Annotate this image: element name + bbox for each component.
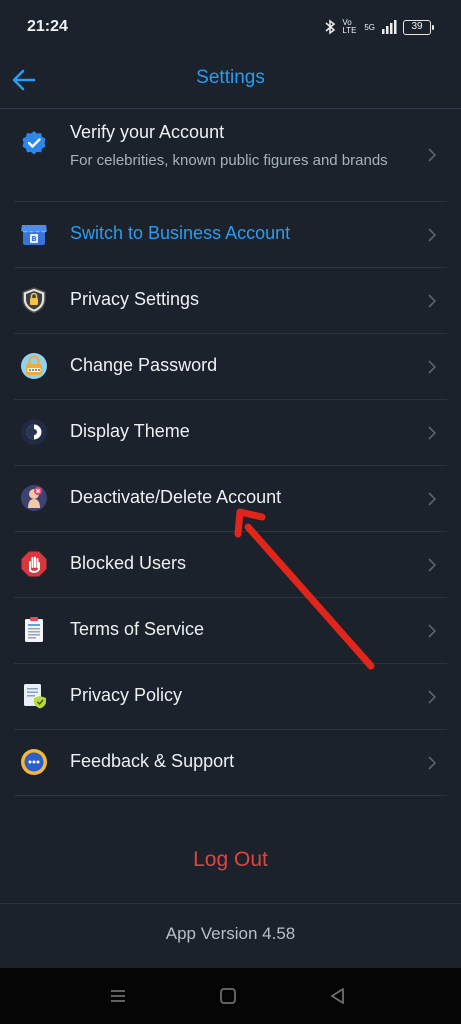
settings-item-label: Change Password	[70, 355, 218, 375]
network-label: Vo LTE	[342, 18, 357, 35]
back-icon[interactable]	[328, 986, 348, 1006]
theme-icon	[21, 419, 47, 445]
settings-item-label: Verify your Account	[70, 122, 225, 142]
divider	[0, 903, 461, 904]
settings-item-change-password[interactable]: Change Password	[14, 334, 447, 400]
status-icons: Vo LTE 5G 39	[324, 18, 434, 35]
app-version-label: App Version 4.58	[165, 924, 296, 943]
status-bar: 21:24 Vo LTE 5G 39	[0, 0, 461, 54]
chevron-right-icon	[428, 492, 437, 506]
chevron-right-icon	[428, 426, 437, 440]
settings-item-privacy-policy[interactable]: Privacy Policy	[14, 664, 447, 730]
policy-document-icon	[24, 684, 46, 709]
settings-item-terms-of-service[interactable]: Terms of Service	[14, 598, 447, 664]
settings-item-label: Feedback & Support	[70, 751, 235, 771]
settings-item-label: Privacy Policy	[70, 685, 183, 705]
settings-item-label: Privacy Settings	[70, 289, 200, 309]
app-header: Settings	[0, 54, 461, 109]
menu-icon[interactable]	[108, 986, 128, 1006]
page-title: Settings	[196, 67, 265, 88]
storefront-icon: B	[21, 225, 47, 245]
bluetooth-icon	[325, 19, 336, 35]
chevron-right-icon	[428, 294, 437, 308]
password-lock-icon	[21, 353, 47, 379]
settings-item-privacy-settings[interactable]: Privacy Settings	[14, 268, 447, 334]
settings-item-label: Terms of Service	[70, 619, 205, 639]
chevron-right-icon	[428, 756, 437, 770]
delete-account-icon	[21, 485, 47, 511]
verified-badge-icon	[22, 131, 46, 155]
chevron-right-icon	[428, 228, 437, 242]
settings-item-display-theme[interactable]: Display Theme	[14, 400, 447, 466]
settings-item-label: Switch to Business Account	[70, 223, 291, 243]
settings-item-verify-account[interactable]: Verify your Account For celebrities, kno…	[14, 109, 447, 202]
settings-list: Verify your Account For celebrities, kno…	[0, 109, 461, 796]
chat-bubble-icon	[21, 749, 47, 775]
settings-item-switch-business[interactable]: B Switch to Business Account	[14, 202, 447, 268]
chevron-right-icon	[428, 690, 437, 704]
settings-item-label: Display Theme	[70, 421, 190, 441]
settings-item-blocked-users[interactable]: Blocked Users	[14, 532, 447, 598]
system-navigation-bar	[0, 968, 461, 1024]
svg-text:B: B	[31, 235, 36, 243]
settings-item-description: For celebrities, known public figures an…	[70, 152, 388, 169]
battery-level: 39	[411, 21, 423, 32]
stop-hand-icon	[21, 551, 47, 577]
chevron-right-icon	[428, 624, 437, 638]
chevron-right-icon	[428, 558, 437, 572]
settings-item-label: Blocked Users	[70, 553, 187, 573]
document-icon	[25, 617, 43, 642]
signal-label: 5G	[364, 22, 375, 32]
settings-item-deactivate-delete[interactable]: Deactivate/Delete Account	[14, 466, 447, 532]
chevron-right-icon	[428, 148, 437, 162]
status-time: 21:24	[27, 18, 68, 35]
signal-bars-icon	[382, 20, 397, 34]
settings-item-label: Deactivate/Delete Account	[70, 487, 282, 507]
shield-lock-icon	[22, 287, 46, 314]
logout-button[interactable]: Log Out	[0, 848, 461, 872]
settings-item-feedback-support[interactable]: Feedback & Support	[14, 730, 447, 796]
battery-icon: 39	[403, 19, 434, 35]
chevron-right-icon	[428, 360, 437, 374]
home-icon[interactable]	[218, 986, 238, 1006]
